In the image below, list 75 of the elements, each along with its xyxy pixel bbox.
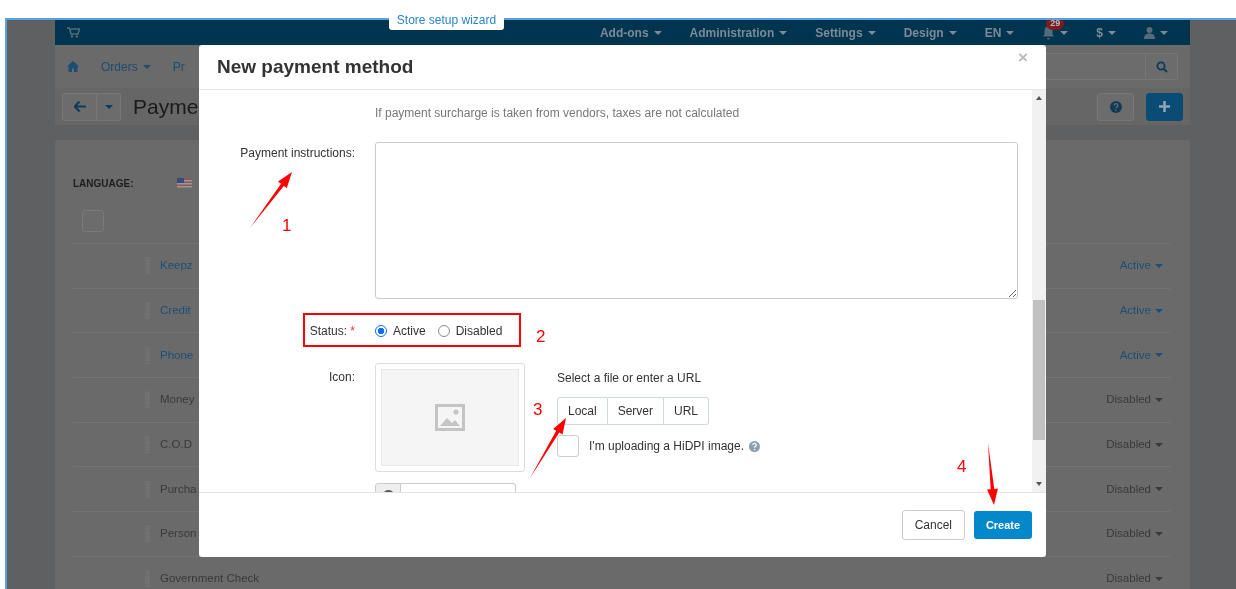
caret-icon <box>1155 442 1163 447</box>
menu-item[interactable]: Settings <box>815 23 876 42</box>
caret-icon <box>653 30 662 35</box>
image-placeholder-icon <box>435 404 465 431</box>
page-title: Payme <box>133 93 199 120</box>
caret-icon <box>1155 308 1163 313</box>
source-tab[interactable]: Local <box>557 397 608 425</box>
annotation-arrow <box>530 418 566 478</box>
plus-icon <box>1159 101 1170 112</box>
user-icon[interactable] <box>1144 26 1155 39</box>
menu-item[interactable]: Administration <box>689 23 788 42</box>
create-button[interactable]: Create <box>974 511 1032 539</box>
caret-icon <box>1160 30 1168 35</box>
caret-icon <box>1155 576 1163 581</box>
source-tab[interactable]: URL <box>664 397 710 425</box>
source-tab[interactable]: Server <box>607 397 665 425</box>
search-button[interactable] <box>1145 53 1178 80</box>
modal-title: New payment method <box>217 55 414 79</box>
status-dropdown[interactable]: Active <box>1119 257 1163 275</box>
url-input-field[interactable] <box>375 483 516 492</box>
help-icon <box>1109 100 1122 113</box>
annotation-number: 4 <box>957 458 967 475</box>
scrollbar[interactable] <box>1032 90 1046 492</box>
back-button[interactable] <box>62 92 97 121</box>
payment-method-link[interactable]: Credit <box>160 301 191 320</box>
status-dropdown[interactable]: Active <box>1119 346 1163 364</box>
field-label: Icon: <box>328 369 355 386</box>
status-radio[interactable]: Disabled <box>437 322 503 340</box>
caret-icon <box>1155 531 1163 536</box>
help-button[interactable] <box>1097 92 1134 121</box>
dropdown-button[interactable] <box>97 92 121 121</box>
help-text: If payment surcharge is taken from vendors, taxes are not calculated <box>375 105 740 122</box>
menu-item[interactable]: EN <box>984 23 1015 42</box>
caret-icon <box>142 64 151 69</box>
payment-method-link[interactable]: Keepz <box>160 257 193 275</box>
back-arrow-icon <box>73 101 86 112</box>
annotation-number: 3 <box>533 401 543 418</box>
caret-icon <box>1155 263 1163 268</box>
menu-item[interactable]: Design <box>903 23 957 42</box>
notification-badge: 29 <box>1046 20 1065 30</box>
required-mark: * <box>350 324 355 338</box>
caret-icon <box>779 30 788 35</box>
flag-icon[interactable] <box>177 178 192 188</box>
search-icon <box>1155 60 1168 73</box>
language-label: LANGUAGE: <box>73 176 135 191</box>
caret-icon <box>867 30 876 35</box>
field-label: Payment instructions: <box>239 145 355 162</box>
caret-icon <box>1155 487 1163 492</box>
nav-link[interactable]: Orders <box>101 57 151 76</box>
checkbox-label: I'm uploading a HiDPI image. <box>589 438 745 455</box>
caret-icon <box>1006 30 1015 35</box>
status-dropdown[interactable]: Active <box>1119 301 1163 320</box>
field-label: Status: <box>309 324 347 338</box>
caret-icon <box>1155 397 1163 402</box>
payment-method-link[interactable]: Phone <box>160 346 194 364</box>
close-button[interactable]: × <box>1018 49 1028 66</box>
payment-instructions-field[interactable] <box>375 142 1018 299</box>
caret-icon <box>1155 353 1163 358</box>
annotation-number: 1 <box>282 217 292 234</box>
upload-hint: Select a file or enter a URL <box>557 370 703 387</box>
help-icon[interactable] <box>749 440 761 452</box>
currency-menu[interactable]: $ <box>1096 23 1116 42</box>
cart-icon[interactable] <box>67 27 80 38</box>
hidpi-checkbox[interactable] <box>557 435 579 457</box>
caret-icon <box>1060 30 1069 35</box>
add-button[interactable] <box>1146 92 1183 121</box>
annotation-number: 2 <box>536 328 546 345</box>
home-icon[interactable] <box>67 61 79 72</box>
nav-link[interactable]: Pr <box>172 57 185 76</box>
cancel-button[interactable]: Cancel <box>901 510 965 540</box>
caret-icon <box>1108 30 1116 35</box>
caret-icon <box>948 30 957 35</box>
status-radio[interactable]: Active <box>375 322 426 340</box>
caret-icon <box>104 104 113 109</box>
menu-item[interactable]: Add-ons <box>599 23 662 42</box>
